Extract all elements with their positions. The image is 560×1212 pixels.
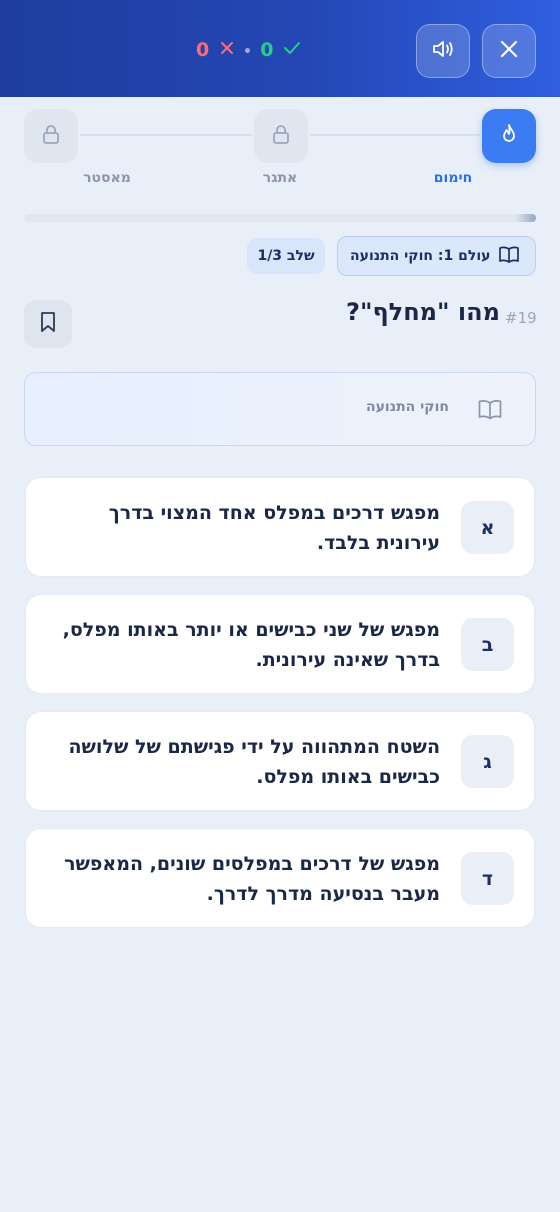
answer-option-d[interactable]: ד מפגש של דרכים במפלסים שונים, המאפשר מע…: [25, 828, 535, 928]
level-master[interactable]: [24, 109, 78, 163]
world-badge[interactable]: עולם 1: חוקי התנועה: [337, 236, 536, 276]
bookmark-icon: [39, 311, 57, 337]
lock-icon: [270, 123, 292, 149]
level-warmup[interactable]: [482, 109, 536, 163]
correct-count: 0: [260, 39, 274, 61]
x-mark-icon: [219, 39, 235, 61]
answer-option-b[interactable]: ב מפגש של שני כבישים או יותר באותו מפלס,…: [25, 594, 535, 694]
answer-letter: א: [461, 501, 514, 554]
topic-card[interactable]: חוקי התנועה: [24, 372, 536, 446]
level-label-master: מאסטר: [83, 170, 131, 186]
answer-text: מפגש דרכים במפלס אחד המצוי בדרך עירונית …: [108, 502, 440, 554]
answer-text: השטח המתהווה על ידי פגישתם של שלושה כביש…: [68, 736, 440, 788]
world-badge-label: עולם 1: חוקי התנועה: [350, 248, 491, 264]
speaker-icon: [430, 37, 456, 65]
open-book-icon: [477, 397, 503, 425]
score-counter: 0 0: [196, 36, 301, 64]
level-label-challenge: אתגר: [262, 170, 298, 186]
close-icon: [499, 39, 519, 63]
answer-option-c[interactable]: ג השטח המתהווה על ידי פגישתם של שלושה כב…: [25, 711, 535, 811]
question-number: #19: [505, 309, 537, 327]
level-challenge[interactable]: [254, 109, 308, 163]
wrong-count: 0: [196, 39, 210, 61]
step-badge: שלב 1/3: [247, 238, 325, 274]
level-connector: [310, 134, 480, 136]
answer-letter: ב: [461, 618, 514, 671]
level-connector: [80, 134, 252, 136]
flame-icon: [498, 122, 520, 150]
lock-icon: [40, 123, 62, 149]
separator-dot: [245, 47, 251, 53]
answer-text: מפגש של שני כבישים או יותר באותו מפלס, ב…: [62, 619, 440, 671]
level-label-warmup: חימום: [433, 170, 473, 186]
question-title: מהו "מחלף"?: [346, 298, 500, 326]
sound-button[interactable]: [416, 24, 470, 78]
check-icon: [283, 39, 301, 61]
progress-bar: [24, 214, 536, 222]
answer-letter: ד: [461, 852, 514, 905]
close-button[interactable]: [482, 24, 536, 78]
bookmark-button[interactable]: [24, 300, 72, 348]
open-book-icon: [498, 244, 520, 268]
topic-label: חוקי התנועה: [365, 399, 449, 415]
top-bar: 0 0: [0, 0, 560, 97]
answer-option-a[interactable]: א מפגש דרכים במפלס אחד המצוי בדרך עירוני…: [25, 477, 535, 577]
answer-text: מפגש של דרכים במפלסים שונים, המאפשר מעבר…: [64, 853, 440, 905]
answer-letter: ג: [461, 735, 514, 788]
